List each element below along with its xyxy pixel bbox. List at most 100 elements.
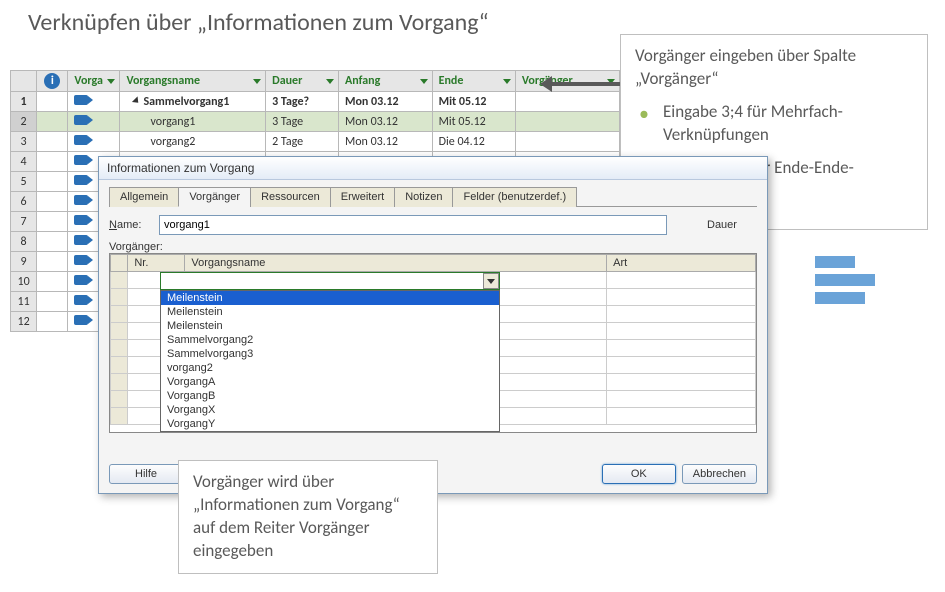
grid-cell[interactable] [111,306,128,323]
table-cell[interactable]: 10 [11,272,37,292]
grid-cell[interactable] [111,391,128,408]
col-vorga[interactable]: Vorga [68,71,120,92]
chevron-down-icon[interactable] [483,273,499,289]
grid-header-art[interactable]: Art [607,255,756,272]
grid-cell[interactable] [111,374,128,391]
table-cell[interactable]: 2 [11,112,37,132]
dropdown-item[interactable]: VorgangX [161,403,499,417]
table-cell[interactable]: 11 [11,292,37,312]
table-cell[interactable]: 3 [11,132,37,152]
dropdown-item[interactable]: VorgangB [161,389,499,403]
table-cell[interactable] [37,212,68,232]
table-cell[interactable]: 3 Tage [266,112,339,132]
grid-cell[interactable] [607,374,756,391]
table-cell[interactable] [37,252,68,272]
table-cell[interactable]: vorgang1 [120,112,266,132]
dialog-title: Informationen zum Vorgang [99,157,767,180]
dropdown-item[interactable]: Meilenstein [161,319,499,333]
dropdown-item[interactable]: Sammelvorgang2 [161,333,499,347]
predecessors-grid[interactable]: Nr. Vorgangsname Art MeilensteinMeilenst… [109,253,757,433]
table-cell[interactable]: Mon 03.12 [338,132,432,152]
table-cell[interactable] [68,112,120,132]
grid-cell[interactable] [111,289,128,306]
dropdown-item[interactable]: vorgang2 [161,361,499,375]
grid-cell[interactable] [111,408,128,425]
table-cell[interactable] [515,112,619,132]
table-cell[interactable] [37,272,68,292]
table-cell[interactable] [37,92,68,112]
table-cell[interactable]: Sammelvorgang1 [120,92,266,112]
cancel-button[interactable]: Abbrechen [682,464,757,484]
table-row[interactable]: 1 Sammelvorgang13 Tage?Mon 03.12Mit 05.12 [11,92,620,112]
table-cell[interactable] [37,232,68,252]
table-cell[interactable]: 7 [11,212,37,232]
table-cell[interactable] [37,132,68,152]
col-ende[interactable]: Ende [432,71,515,92]
table-cell[interactable] [37,292,68,312]
table-cell[interactable]: 12 [11,312,37,332]
grid-cell[interactable] [607,272,756,289]
tab-notizen[interactable]: Notizen [394,187,453,207]
table-cell[interactable]: Mon 03.12 [338,112,432,132]
table-cell[interactable]: Die 04.12 [432,132,515,152]
table-cell[interactable] [515,92,619,112]
table-cell[interactable]: vorgang2 [120,132,266,152]
dropdown-item[interactable]: VorgangY [161,417,499,431]
dropdown-input[interactable] [160,272,500,290]
grid-header-nr[interactable]: Nr. [128,255,185,272]
table-cell[interactable] [37,192,68,212]
table-cell[interactable] [68,92,120,112]
grid-cell[interactable] [607,306,756,323]
tab-ressourcen[interactable]: Ressourcen [250,187,331,207]
grid-cell[interactable] [607,357,756,374]
grid-cell[interactable] [111,272,128,289]
table-cell[interactable]: 5 [11,172,37,192]
table-cell[interactable]: 9 [11,252,37,272]
name-field[interactable] [159,215,667,235]
table-cell[interactable] [68,132,120,152]
tab-felder-benutzerdef-[interactable]: Felder (benutzerdef.) [452,187,577,207]
grid-cell[interactable] [607,391,756,408]
grid-cell[interactable] [111,340,128,357]
dropdown-list[interactable]: MeilensteinMeilensteinMeilensteinSammelv… [160,290,500,432]
dropdown-item[interactable]: Meilenstein [161,291,499,305]
table-cell[interactable] [37,112,68,132]
table-cell[interactable] [37,172,68,192]
table-cell[interactable] [37,152,68,172]
table-cell[interactable]: 8 [11,232,37,252]
tab-allgemein[interactable]: Allgemein [109,187,179,207]
grid-cell[interactable] [607,323,756,340]
col-anfang[interactable]: Anfang [338,71,432,92]
grid-cell[interactable] [607,289,756,306]
grid-cell[interactable] [111,357,128,374]
col-info[interactable]: i [37,71,68,92]
grid-cell[interactable] [607,408,756,425]
table-cell[interactable]: 4 [11,152,37,172]
table-row[interactable]: 2 vorgang13 TageMon 03.12Mit 05.12 [11,112,620,132]
table-cell[interactable]: 1 [11,92,37,112]
predecessor-name-dropdown[interactable]: MeilensteinMeilensteinMeilensteinSammelv… [160,272,500,432]
grid-header-name[interactable]: Vorgangsname [185,255,607,272]
tab-vorg-nger[interactable]: Vorgänger [178,187,251,207]
grid-cell[interactable] [607,340,756,357]
table-cell[interactable]: Mit 05.12 [432,112,515,132]
table-cell[interactable]: 2 Tage [266,132,339,152]
table-cell[interactable] [37,312,68,332]
table-cell[interactable] [515,132,619,152]
table-cell[interactable]: 6 [11,192,37,212]
tab-erweitert[interactable]: Erweitert [330,187,395,207]
grid-cell[interactable] [111,323,128,340]
col-anfang-label: Anfang [345,74,380,88]
col-name[interactable]: Vorgangsname [120,71,266,92]
dropdown-item[interactable]: VorgangA [161,375,499,389]
dropdown-item[interactable]: Sammelvorgang3 [161,347,499,361]
ok-button[interactable]: OK [602,464,676,484]
table-cell[interactable]: Mon 03.12 [338,92,432,112]
table-cell[interactable]: 3 Tage? [266,92,339,112]
dropdown-item[interactable]: Meilenstein [161,305,499,319]
help-button[interactable]: Hilfe [109,464,183,484]
table-row[interactable]: 3 vorgang22 TageMon 03.12Die 04.12 [11,132,620,152]
name-label: Name: [109,219,159,231]
table-cell[interactable]: Mit 05.12 [432,92,515,112]
col-dauer[interactable]: Dauer [266,71,339,92]
